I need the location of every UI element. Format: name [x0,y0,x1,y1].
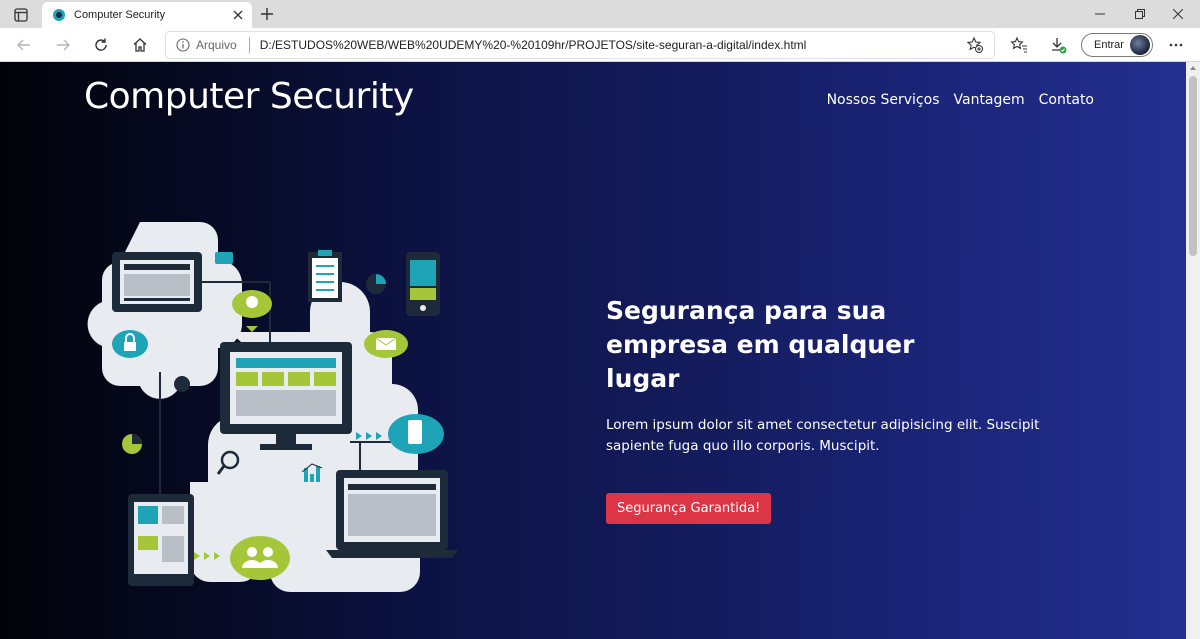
signin-label: Entrar [1094,39,1124,51]
hero-description: Lorem ipsum dolor sit amet consectetur a… [606,417,1040,454]
main-nav: Nossos Serviços Vantagem Contato [827,92,1094,108]
settings-menu-button[interactable] [1163,32,1189,58]
tab-close-button[interactable] [228,5,248,25]
pie-chart-icon [366,274,386,294]
tab-title: Computer Security [74,9,166,21]
arrow-left-icon [17,39,30,51]
nav-item-vantagem[interactable]: Vantagem [954,92,1025,108]
forward-button[interactable] [50,32,76,58]
close-window-button[interactable] [1156,0,1200,28]
tab-computer-security[interactable]: Computer Security [42,2,252,28]
mobile-cloud-icon [388,414,444,454]
new-tab-button[interactable] [256,4,278,24]
home-icon [133,38,147,52]
mail-icon [364,330,408,358]
hero-section: Segurança para sua empresa em qualquer l… [606,294,1076,524]
info-icon [176,38,190,52]
favorites-icon [1010,36,1027,53]
home-button[interactable] [127,32,153,58]
star-add-icon [966,36,983,53]
address-separator [248,37,250,53]
tab-actions-icon [14,8,28,22]
downloads-button[interactable] [1045,32,1071,58]
browser-window: Computer Security Arquivo D:/ESTUDOS%20W… [0,0,1200,639]
clipboard-icon [308,250,342,302]
tab-actions-button[interactable] [8,5,34,25]
more-dots-icon [1169,43,1183,47]
minimize-icon [1095,13,1105,15]
plus-icon [261,8,273,20]
hero-title: Segurança para sua empresa em qualquer l… [606,296,915,393]
refresh-icon [95,38,107,51]
browser-toolbar: Arquivo D:/ESTUDOS%20WEB/WEB%20UDEMY%20-… [0,28,1200,62]
pie-chart-small-icon [122,434,142,454]
download-icon [1052,38,1067,54]
restore-icon [1135,9,1145,19]
address-bar[interactable]: Arquivo D:/ESTUDOS%20WEB/WEB%20UDEMY%20-… [165,31,995,59]
back-button[interactable] [11,32,37,58]
lock-icon [112,330,148,358]
close-window-icon [1173,9,1183,19]
signin-button[interactable]: Entrar [1081,33,1153,57]
security-illustration [87,222,458,592]
laptop-icon [326,470,458,558]
tablet-icon [128,494,194,586]
cta-button[interactable]: Segurança Garantida! [606,493,772,524]
scroll-up-icon[interactable] [1189,64,1197,72]
site-info-label: Arquivo [196,38,237,52]
favicon-icon [53,9,65,21]
refresh-button[interactable] [88,32,114,58]
monitor-icon [112,252,202,312]
arrow-right-icon [57,39,70,51]
avatar [1130,35,1150,55]
site-logo-text[interactable]: Computer Security [84,76,414,117]
desktop-monitor-icon [220,342,352,450]
chat-icon [215,252,233,264]
smartphone-icon [406,252,440,316]
page-scrollbar[interactable] [1186,62,1200,639]
add-favorite-button[interactable] [962,32,988,58]
tab-strip: Computer Security [0,0,1200,28]
page-viewport: Computer Security Nossos Serviços Vantag… [0,62,1186,639]
scrollbar-thumb[interactable] [1189,76,1197,256]
nav-item-nossos-servicos[interactable]: Nossos Serviços [827,92,940,108]
url-text[interactable]: D:/ESTUDOS%20WEB/WEB%20UDEMY%20-%20109hr… [260,38,962,52]
site-info-button[interactable]: Arquivo [176,38,237,52]
minimize-button[interactable] [1078,0,1122,28]
nav-item-contato[interactable]: Contato [1039,92,1094,108]
dot-icon [174,376,190,392]
close-icon [233,10,243,20]
favorites-button[interactable] [1006,32,1032,58]
users-cloud-icon [230,536,290,580]
